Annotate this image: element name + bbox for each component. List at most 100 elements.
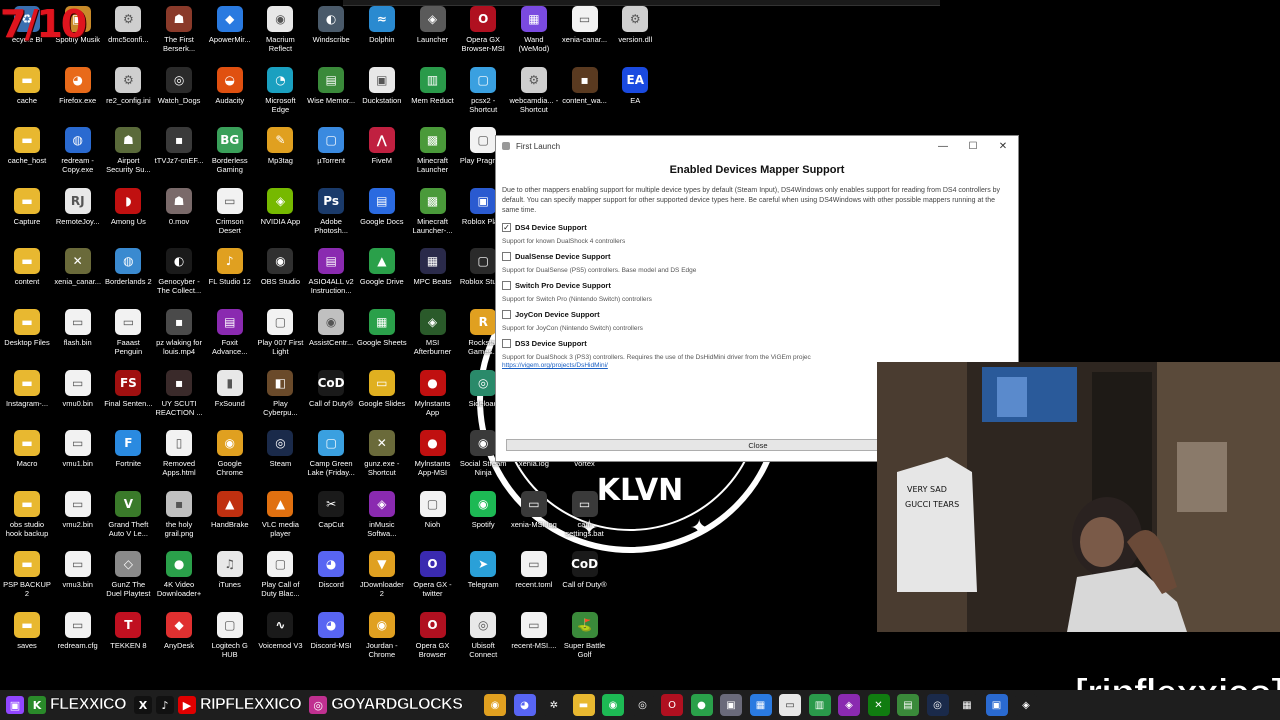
desktop-icon[interactable]: ◈ MSI Afterburner bbox=[408, 307, 458, 368]
desktop-icon[interactable]: ◎ Ubisoft Connect bbox=[458, 610, 508, 671]
spotify-icon[interactable]: ◉ bbox=[602, 694, 624, 716]
desktop-icon[interactable]: ▢ Play 007 First Light bbox=[255, 307, 305, 368]
desktop-icon[interactable]: ➤ Telegram bbox=[458, 549, 508, 610]
desktop-icon[interactable]: V Grand Theft Auto V Le... bbox=[103, 489, 153, 550]
desktop-icon[interactable]: ▤ Google Docs bbox=[357, 186, 407, 247]
desktop-icon[interactable]: ✕ xenia_canar... bbox=[53, 246, 103, 307]
desktop-icon[interactable]: ▬ cache_host bbox=[2, 125, 52, 186]
desktop-icon[interactable]: ◎ Watch_Dogs bbox=[154, 65, 204, 126]
desktop-icon[interactable]: EA EA bbox=[610, 65, 660, 126]
desktop-icon[interactable]: ● Mylnstants App bbox=[408, 368, 458, 429]
desktop-icon[interactable]: ▮ FxSound bbox=[205, 368, 255, 429]
device-option-title[interactable]: DS4 Device Support bbox=[515, 223, 587, 232]
desktop-icon[interactable]: ⚙ dmc5confi... bbox=[103, 4, 153, 65]
desktop-icon[interactable]: ▲ VLC media player bbox=[255, 489, 305, 550]
desktop-icon[interactable]: ☗ 0.mov bbox=[154, 186, 204, 247]
desktop-icon[interactable]: ◈ inMusic Softwa... bbox=[357, 489, 407, 550]
desktop-icon[interactable]: ◗ Among Us bbox=[103, 186, 153, 247]
desktop-icon[interactable]: ▭ vmu3.bin bbox=[53, 549, 103, 610]
desktop-icon[interactable]: ▭ recent.toml bbox=[509, 549, 559, 610]
4k-video-icon[interactable]: ● bbox=[690, 694, 713, 716]
desktop-icon[interactable]: ◉ Jourdan - Chrome bbox=[357, 610, 407, 671]
desktop-icon[interactable]: ✂ CapCut bbox=[306, 489, 356, 550]
desktop-icon[interactable]: ⛳ Super Battle Golf bbox=[560, 610, 610, 671]
desktop-icon[interactable]: ▪ tTVJz7-cnEF... bbox=[154, 125, 204, 186]
desktop-icon[interactable]: ▼ JDownloader 2 bbox=[357, 549, 407, 610]
desktop-icon[interactable]: ▢ Camp Green Lake (Friday... bbox=[306, 428, 356, 489]
desktop-icon[interactable]: ▲ HandBrake bbox=[205, 489, 255, 550]
app-icon-17[interactable]: ▦ bbox=[956, 694, 978, 716]
device-option-checkbox[interactable] bbox=[502, 339, 511, 348]
device-option-checkbox[interactable] bbox=[502, 310, 511, 319]
desktop-icon[interactable]: ● Mylnstants App-MSI bbox=[408, 428, 458, 489]
desktop-icon[interactable]: ◐ Genocyber - The Collect... bbox=[154, 246, 204, 307]
desktop-icon[interactable]: ◉ AssistCentr... bbox=[306, 307, 356, 368]
desktop-icon[interactable]: ▤ ASIO4ALL v2 Instruction... bbox=[306, 246, 356, 307]
desktop-icon[interactable]: ♪ FL Studio 12 bbox=[205, 246, 255, 307]
desktop-icon[interactable]: ▣ Duckstation bbox=[357, 65, 407, 126]
steam-icon[interactable]: ◎ bbox=[926, 694, 949, 716]
discord-icon[interactable]: ◕ bbox=[513, 694, 536, 716]
desktop-icon[interactable]: ▦ Wand (WeMod) bbox=[509, 4, 559, 65]
file-explorer-icon[interactable]: ▬ bbox=[572, 694, 595, 716]
maximize-button[interactable]: ☐ bbox=[958, 136, 988, 156]
desktop-icon[interactable]: ◕ Discord-MSI bbox=[306, 610, 356, 671]
desktop-icon[interactable]: ▭ Crimson Desert bbox=[205, 186, 255, 247]
device-option-title[interactable]: Switch Pro Device Support bbox=[515, 281, 611, 290]
desktop-icon[interactable]: ✎ Mp3tag bbox=[255, 125, 305, 186]
desktop-icon[interactable]: ▩ Minecraft Launcher bbox=[408, 125, 458, 186]
desktop-icon[interactable]: ◈ Launcher bbox=[408, 4, 458, 65]
desktop-icon[interactable]: ▬ Desktop Files bbox=[2, 307, 52, 368]
app-icon-13[interactable]: ◈ bbox=[838, 694, 860, 716]
desktop-icon[interactable]: ◇ GunZ The Duel Playtest bbox=[103, 549, 153, 610]
app-icon-12[interactable]: ▥ bbox=[808, 694, 831, 716]
opera-gx-icon[interactable]: O bbox=[661, 694, 683, 716]
desktop-icon[interactable]: O Opera GX Browser-MSI bbox=[458, 4, 508, 65]
desktop-icon[interactable]: Ps Adobe Photosh... bbox=[306, 186, 356, 247]
desktop-icon[interactable]: ▪ the holy grail.png bbox=[154, 489, 204, 550]
desktop-icon[interactable]: RJ RemoteJoy... bbox=[53, 186, 103, 247]
desktop-icon[interactable]: ▬ Instagram-... bbox=[2, 368, 52, 429]
desktop-icon[interactable]: ◆ ApowerMir... bbox=[205, 4, 255, 65]
desktop-icon[interactable]: ▭ redream.cfg bbox=[53, 610, 103, 671]
desktop-icon[interactable]: ⚙ version.dll bbox=[610, 4, 660, 65]
desktop-icon[interactable]: ≈ Dolphin bbox=[357, 4, 407, 65]
desktop-icon[interactable]: ▭ Google Slides bbox=[357, 368, 407, 429]
desktop-icon[interactable]: ☗ Airport Security Su... bbox=[103, 125, 153, 186]
desktop-icon[interactable]: ⚙ re2_config.ini bbox=[103, 65, 153, 126]
grid-icon[interactable]: ▦ bbox=[749, 694, 772, 716]
desktop-icon[interactable]: ▥ Mem Reduct bbox=[408, 65, 458, 126]
desktop-icon[interactable]: ◉ OBS Studio bbox=[255, 246, 305, 307]
desktop-icon[interactable]: ▪ content_wa... bbox=[560, 65, 610, 126]
chrome-icon[interactable]: ◉ bbox=[484, 694, 506, 716]
desktop-icon[interactable]: ▬ saves bbox=[2, 610, 52, 671]
desktop-icon[interactable]: ◕ Firefox.exe bbox=[53, 65, 103, 126]
desktop-icon[interactable]: ⚙ webcamdia... - Shortcut bbox=[509, 65, 559, 126]
close-window-button[interactable]: ✕ bbox=[988, 136, 1018, 156]
desktop-icon[interactable]: ◍ redream - Copy.exe bbox=[53, 125, 103, 186]
app-icon-9[interactable]: ▣ bbox=[720, 694, 742, 716]
device-option-checkbox[interactable]: ✓ bbox=[502, 223, 511, 232]
desktop-icon[interactable]: ▦ MPC Beats bbox=[408, 246, 458, 307]
minimize-button[interactable]: — bbox=[928, 136, 958, 156]
notepad-icon[interactable]: ▭ bbox=[779, 694, 801, 716]
desktop-icon[interactable]: ◉ Macrium Reflect bbox=[255, 4, 305, 65]
desktop-icon[interactable]: ◉ Spotify bbox=[458, 489, 508, 550]
desktop-icon[interactable]: ▬ Macro bbox=[2, 428, 52, 489]
desktop-icon[interactable]: FS Final Senten... bbox=[103, 368, 153, 429]
desktop-icon[interactable]: ▬ Capture bbox=[2, 186, 52, 247]
desktop-icon[interactable]: ∿ Voicemod V3 bbox=[255, 610, 305, 671]
desktop-icon[interactable]: ♫ iTunes bbox=[205, 549, 255, 610]
device-option-checkbox[interactable] bbox=[502, 252, 511, 261]
desktop-icon[interactable]: ▤ Wise Memor... bbox=[306, 65, 356, 126]
desktop-icon[interactable]: O Opera GX Browser bbox=[408, 610, 458, 671]
desktop-icon[interactable]: ▬ cache bbox=[2, 65, 52, 126]
desktop-icon[interactable]: ▦ Google Sheets bbox=[357, 307, 407, 368]
desktop-icon[interactable]: ▪ pz wlaking for louis.mp4 bbox=[154, 307, 204, 368]
desktop-icon[interactable]: ● 4K Video Downloader+ bbox=[154, 549, 204, 610]
desktop-icon[interactable]: T TEKKEN 8 bbox=[103, 610, 153, 671]
device-option-title[interactable]: DS3 Device Support bbox=[515, 339, 587, 348]
desktop-icon[interactable]: ⋀ FiveM bbox=[357, 125, 407, 186]
desktop-icon[interactable]: ▢ pcsx2 - Shortcut bbox=[458, 65, 508, 126]
desktop-icon[interactable]: CoD Call of Duty® bbox=[560, 549, 610, 610]
